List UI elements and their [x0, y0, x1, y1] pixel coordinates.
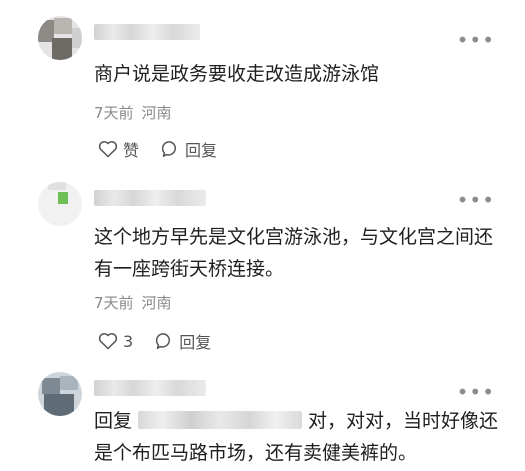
comment-actions: 3 回复 — [98, 329, 211, 353]
reply-prefix: 回复 — [94, 410, 133, 432]
reply-button[interactable]: 回复 — [161, 137, 217, 161]
like-button[interactable]: 3 — [98, 332, 133, 351]
comment-location: 河南 — [141, 294, 172, 312]
comment-actions: 赞 回复 — [98, 137, 217, 161]
heart-outline-icon — [98, 332, 118, 350]
comment-text: 商户说是政务要收走改造成游泳馆 — [94, 63, 380, 85]
speech-bubble-icon — [155, 332, 174, 350]
username[interactable] — [94, 380, 206, 396]
comment-meta: 7天前 河南 — [94, 102, 172, 123]
comment-meta: 7天前 河南 — [94, 292, 172, 313]
reply-label: 回复 — [179, 333, 212, 352]
comment-text: 这个地方早先是文化宫游泳池，与文化宫之间还有一座跨街天桥连接。 — [94, 226, 494, 280]
reply-button[interactable]: 回复 — [155, 329, 211, 353]
like-label: 赞 — [123, 141, 140, 160]
avatar[interactable] — [38, 182, 82, 226]
heart-outline-icon — [98, 140, 118, 158]
comment-location: 河南 — [141, 104, 172, 122]
username[interactable] — [94, 190, 206, 206]
username[interactable] — [94, 24, 200, 40]
reply-label: 回复 — [185, 141, 218, 160]
avatar[interactable] — [38, 372, 82, 416]
comment-time: 7天前 — [94, 294, 134, 312]
more-dots-icon[interactable]: ••• — [457, 380, 495, 404]
comment-text: 回复 对，对对，当时好像还是个布匹马路市场，还有卖健美裤的。 — [94, 405, 504, 469]
more-dots-icon[interactable]: ••• — [457, 188, 495, 212]
reply-target-username[interactable] — [138, 411, 303, 429]
like-count: 3 — [123, 331, 134, 351]
more-dots-icon[interactable]: ••• — [457, 28, 495, 52]
avatar[interactable] — [38, 16, 82, 60]
comment-time: 7天前 — [94, 104, 134, 122]
speech-bubble-icon — [161, 140, 180, 158]
like-button[interactable]: 赞 — [98, 137, 139, 161]
